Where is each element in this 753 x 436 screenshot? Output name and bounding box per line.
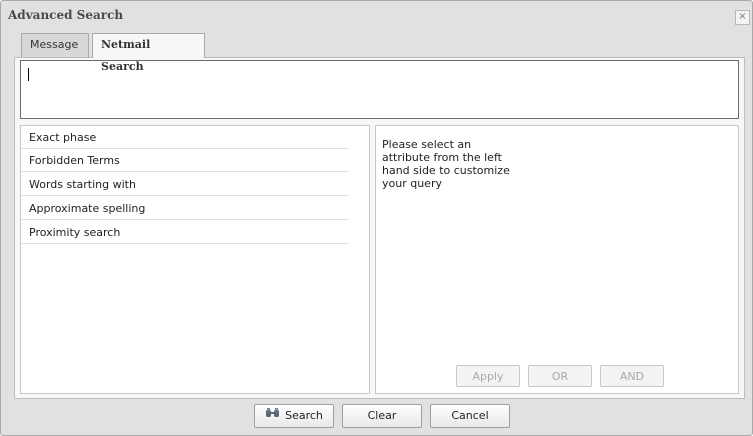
attribute-list: Exact phase Forbidden Terms Words starti… [20, 125, 370, 394]
help-text: Please select an attribute from the left… [382, 138, 532, 190]
cancel-button[interactable]: Cancel [430, 404, 510, 428]
attribute-words-starting-with[interactable]: Words starting with [21, 174, 349, 196]
title-bar[interactable]: Advanced Search × [1, 1, 752, 30]
apply-button[interactable]: Apply [456, 365, 520, 387]
tab-message[interactable]: Message [21, 33, 89, 57]
help-line: your query [382, 177, 442, 190]
binoculars-icon [265, 405, 281, 427]
text-caret [28, 68, 29, 81]
advanced-search-dialog: Advanced Search × Message Netmail Search… [0, 0, 753, 436]
dialog-title: Advanced Search [8, 8, 124, 22]
search-button[interactable]: Search [254, 404, 334, 428]
help-line: attribute from the left [382, 151, 502, 164]
attribute-forbidden-terms[interactable]: Forbidden Terms [21, 150, 349, 172]
and-button[interactable]: AND [600, 365, 664, 387]
tab-netmail-search[interactable]: Netmail Search [92, 33, 205, 73]
attribute-proximity-search[interactable]: Proximity search [21, 222, 349, 244]
attribute-exact-phase[interactable]: Exact phase [21, 127, 349, 149]
attribute-editor: Please select an attribute from the left… [375, 125, 739, 394]
search-button-label: Search [285, 409, 323, 422]
help-line: hand side to customize [382, 164, 510, 177]
or-button[interactable]: OR [528, 365, 592, 387]
attribute-approximate-spelling[interactable]: Approximate spelling [21, 198, 349, 220]
clear-button[interactable]: Clear [342, 404, 422, 428]
help-line: Please select an [382, 138, 472, 151]
close-icon[interactable]: × [735, 10, 750, 25]
